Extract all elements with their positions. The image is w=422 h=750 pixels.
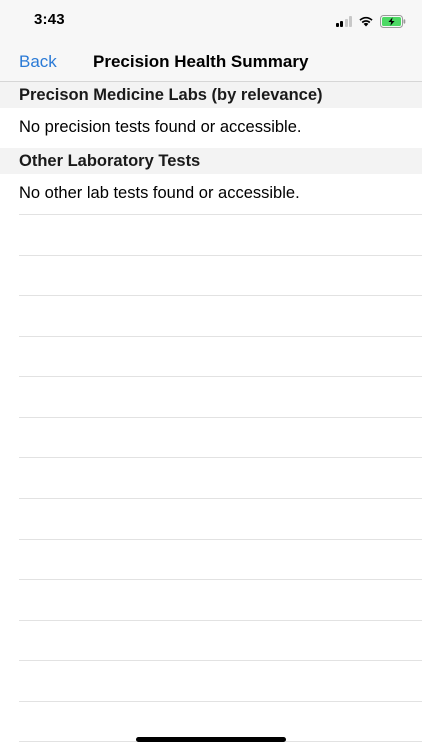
empty-message: No precision tests found or accessible.	[19, 118, 302, 136]
status-time: 3:43	[34, 11, 65, 28]
wifi-icon	[359, 16, 373, 27]
row-separator	[19, 214, 422, 215]
section-header-label: Precison Medicine Labs (by relevance)	[19, 86, 323, 104]
page-title: Precision Health Summary	[93, 52, 309, 71]
battery-charging-icon	[380, 14, 406, 28]
row-separator	[19, 457, 422, 458]
row-separator	[19, 579, 422, 580]
list-item-other-empty[interactable]: No other lab tests found or accessible.	[0, 174, 422, 214]
list-item-precision-empty[interactable]: No precision tests found or accessible.	[0, 108, 422, 148]
empty-message: No other lab tests found or accessible.	[19, 184, 300, 202]
row-separator	[19, 417, 422, 418]
status-icons	[335, 14, 407, 28]
row-separator	[19, 376, 422, 377]
row-separator	[19, 255, 422, 256]
cellular-signal-icon	[335, 15, 352, 27]
section-header-precision-labs: Precison Medicine Labs (by relevance)	[0, 82, 422, 108]
row-separator	[19, 660, 422, 661]
navigation-bar: Back Precision Health Summary	[0, 44, 422, 82]
row-separator	[19, 498, 422, 499]
back-button[interactable]: Back	[19, 52, 57, 72]
row-separator	[19, 336, 422, 337]
row-separator	[19, 620, 422, 621]
row-separator	[19, 295, 422, 296]
section-header-other-labs: Other Laboratory Tests	[0, 148, 422, 174]
home-indicator[interactable]	[136, 737, 286, 742]
section-header-label: Other Laboratory Tests	[19, 152, 201, 170]
row-separator	[19, 539, 422, 540]
status-bar: 3:43	[0, 0, 422, 44]
row-separator	[19, 701, 422, 702]
